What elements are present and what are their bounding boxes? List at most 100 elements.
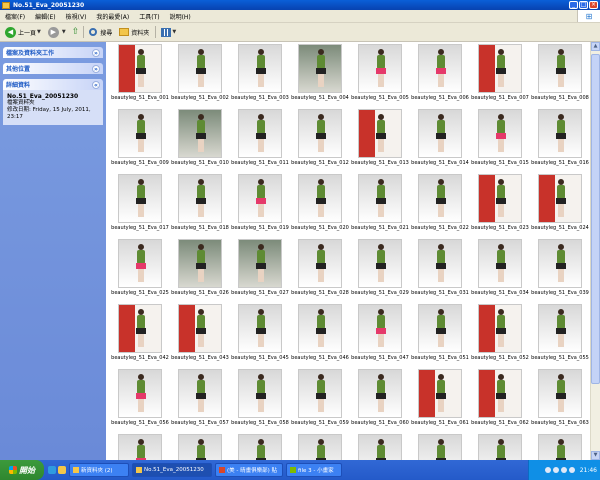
file-item[interactable]: beautyleg_51_Eva_051 bbox=[410, 304, 470, 369]
file-item[interactable]: beautyleg_51_Eva_024 bbox=[530, 174, 590, 239]
minimize-button[interactable]: _ bbox=[569, 1, 578, 9]
file-item[interactable]: beautyleg_51_Eva_014 bbox=[410, 109, 470, 174]
thumbnail-image[interactable] bbox=[118, 369, 162, 418]
file-item[interactable]: beautyleg_51_Eva_021 bbox=[350, 174, 410, 239]
thumbnail-image[interactable] bbox=[358, 44, 402, 93]
thumbnail-image[interactable] bbox=[178, 239, 222, 288]
menu-favorites[interactable]: 我的最愛(A) bbox=[91, 12, 134, 21]
close-button[interactable]: × bbox=[589, 1, 598, 9]
file-item[interactable]: beautyleg_51_Eva_059 bbox=[290, 369, 350, 434]
thumbnail-image[interactable] bbox=[478, 239, 522, 288]
task-button[interactable]: 新資料夾 (2) bbox=[69, 463, 129, 477]
panel-header[interactable]: 檔案及資料夾工作 » bbox=[3, 47, 103, 58]
thumbnail-image[interactable] bbox=[478, 174, 522, 223]
file-item[interactable]: beautyleg_51_Eva_027 bbox=[230, 239, 290, 304]
file-item[interactable]: beautyleg_51_Eva_019 bbox=[230, 174, 290, 239]
file-item[interactable]: beautyleg_51_Eva_022 bbox=[410, 174, 470, 239]
file-item[interactable]: beautyleg_51_Eva_026 bbox=[170, 239, 230, 304]
thumbnail-image[interactable] bbox=[358, 369, 402, 418]
scroll-down-button[interactable]: ▼ bbox=[591, 451, 600, 460]
thumbnail-image[interactable] bbox=[118, 304, 162, 353]
thumbnail-image[interactable] bbox=[298, 44, 342, 93]
thumbnail-image[interactable] bbox=[418, 174, 462, 223]
thumbnail-image[interactable] bbox=[538, 239, 582, 288]
views-button[interactable]: ▼ bbox=[159, 25, 178, 39]
start-button[interactable]: 開始 bbox=[0, 460, 44, 480]
thumbnail-image[interactable] bbox=[478, 109, 522, 158]
explorer-icon[interactable] bbox=[58, 466, 66, 474]
file-item[interactable]: beautyleg_51_Eva_016 bbox=[530, 109, 590, 174]
maximize-button[interactable]: □ bbox=[579, 1, 588, 9]
file-item[interactable]: beautyleg_51_Eva_013 bbox=[350, 109, 410, 174]
file-item[interactable]: beautyleg_51_Eva_045 bbox=[230, 304, 290, 369]
file-item[interactable]: beautyleg_51_Eva_031 bbox=[410, 239, 470, 304]
file-item[interactable]: beautyleg_51_Eva_007 bbox=[470, 44, 530, 109]
thumbnail-image[interactable] bbox=[538, 369, 582, 418]
thumbnail-image[interactable] bbox=[118, 44, 162, 93]
network-icon[interactable] bbox=[568, 467, 575, 473]
file-item[interactable]: beautyleg_51_Eva_018 bbox=[170, 174, 230, 239]
file-item[interactable]: beautyleg_51_Eva_057 bbox=[170, 369, 230, 434]
thumbnail-image[interactable] bbox=[298, 304, 342, 353]
thumbnail-image[interactable] bbox=[418, 304, 462, 353]
file-item[interactable]: beautyleg_51_Eva_043 bbox=[170, 304, 230, 369]
file-item[interactable]: beautyleg_51_Eva_006 bbox=[410, 44, 470, 109]
file-item[interactable]: beautyleg_51_Eva_012 bbox=[290, 109, 350, 174]
menu-file[interactable]: 檔案(F) bbox=[0, 12, 30, 21]
thumbnail-image[interactable] bbox=[298, 434, 342, 460]
thumbnail-image[interactable] bbox=[178, 109, 222, 158]
thumbnail-image[interactable] bbox=[358, 174, 402, 223]
up-folder-icon[interactable]: ⇧ bbox=[72, 27, 80, 37]
file-item[interactable]: beautyleg_51_Eva_023 bbox=[470, 174, 530, 239]
forward-button[interactable]: ▶ ▼ bbox=[46, 25, 68, 39]
tray-icon[interactable] bbox=[544, 467, 551, 473]
file-item[interactable] bbox=[530, 434, 590, 460]
thumbnail-image[interactable] bbox=[118, 174, 162, 223]
file-item[interactable]: beautyleg_51_Eva_008 bbox=[530, 44, 590, 109]
file-item[interactable]: beautyleg_51_Eva_042 bbox=[110, 304, 170, 369]
thumbnail-image[interactable] bbox=[538, 434, 582, 460]
file-item[interactable]: beautyleg_51_Eva_020 bbox=[290, 174, 350, 239]
file-item[interactable] bbox=[350, 434, 410, 460]
file-item[interactable]: beautyleg_51_Eva_047 bbox=[350, 304, 410, 369]
collapse-chevron-icon[interactable]: « bbox=[92, 80, 100, 89]
file-item[interactable] bbox=[110, 434, 170, 460]
thumbnail-image[interactable] bbox=[118, 434, 162, 460]
file-item[interactable] bbox=[470, 434, 530, 460]
thumbnail-image[interactable] bbox=[298, 239, 342, 288]
task-button-active[interactable]: No.51_Eva_20051230 bbox=[132, 463, 212, 477]
file-item[interactable]: beautyleg_51_Eva_025 bbox=[110, 239, 170, 304]
thumbnail-image[interactable] bbox=[178, 369, 222, 418]
file-item[interactable]: beautyleg_51_Eva_005 bbox=[350, 44, 410, 109]
vertical-scrollbar[interactable]: ▲ ▼ bbox=[590, 42, 600, 460]
collapse-chevron-icon[interactable]: » bbox=[92, 48, 100, 57]
thumbnail-image[interactable] bbox=[238, 174, 282, 223]
file-item[interactable] bbox=[170, 434, 230, 460]
thumbnail-image[interactable] bbox=[178, 44, 222, 93]
thumbnail-image[interactable] bbox=[358, 304, 402, 353]
task-button[interactable]: (美 - 晴畫俱樂部) 貼 bbox=[215, 463, 283, 477]
collapse-chevron-icon[interactable]: » bbox=[92, 64, 100, 73]
thumbnail-image[interactable] bbox=[238, 304, 282, 353]
file-item[interactable]: beautyleg_51_Eva_004 bbox=[290, 44, 350, 109]
thumbnail-image[interactable] bbox=[418, 44, 462, 93]
thumbnail-image[interactable] bbox=[538, 304, 582, 353]
thumbnail-image[interactable] bbox=[238, 434, 282, 460]
thumbnail-image[interactable] bbox=[538, 44, 582, 93]
scroll-up-button[interactable]: ▲ bbox=[591, 42, 600, 51]
file-item[interactable]: beautyleg_51_Eva_062 bbox=[470, 369, 530, 434]
thumbnail-image[interactable] bbox=[538, 174, 582, 223]
volume-icon[interactable] bbox=[560, 467, 567, 473]
file-item[interactable]: beautyleg_51_Eva_011 bbox=[230, 109, 290, 174]
menu-view[interactable]: 檢視(V) bbox=[61, 12, 92, 21]
thumbnail-image[interactable] bbox=[178, 174, 222, 223]
menu-edit[interactable]: 編輯(E) bbox=[30, 12, 60, 21]
thumbnail-image[interactable] bbox=[478, 44, 522, 93]
panel-header[interactable]: 詳細資料 « bbox=[3, 79, 103, 90]
file-item[interactable]: beautyleg_51_Eva_058 bbox=[230, 369, 290, 434]
file-item[interactable]: beautyleg_51_Eva_029 bbox=[350, 239, 410, 304]
thumbnail-image[interactable] bbox=[298, 369, 342, 418]
thumbnail-image[interactable] bbox=[238, 109, 282, 158]
file-item[interactable]: beautyleg_51_Eva_055 bbox=[530, 304, 590, 369]
thumbnail-image[interactable] bbox=[418, 109, 462, 158]
